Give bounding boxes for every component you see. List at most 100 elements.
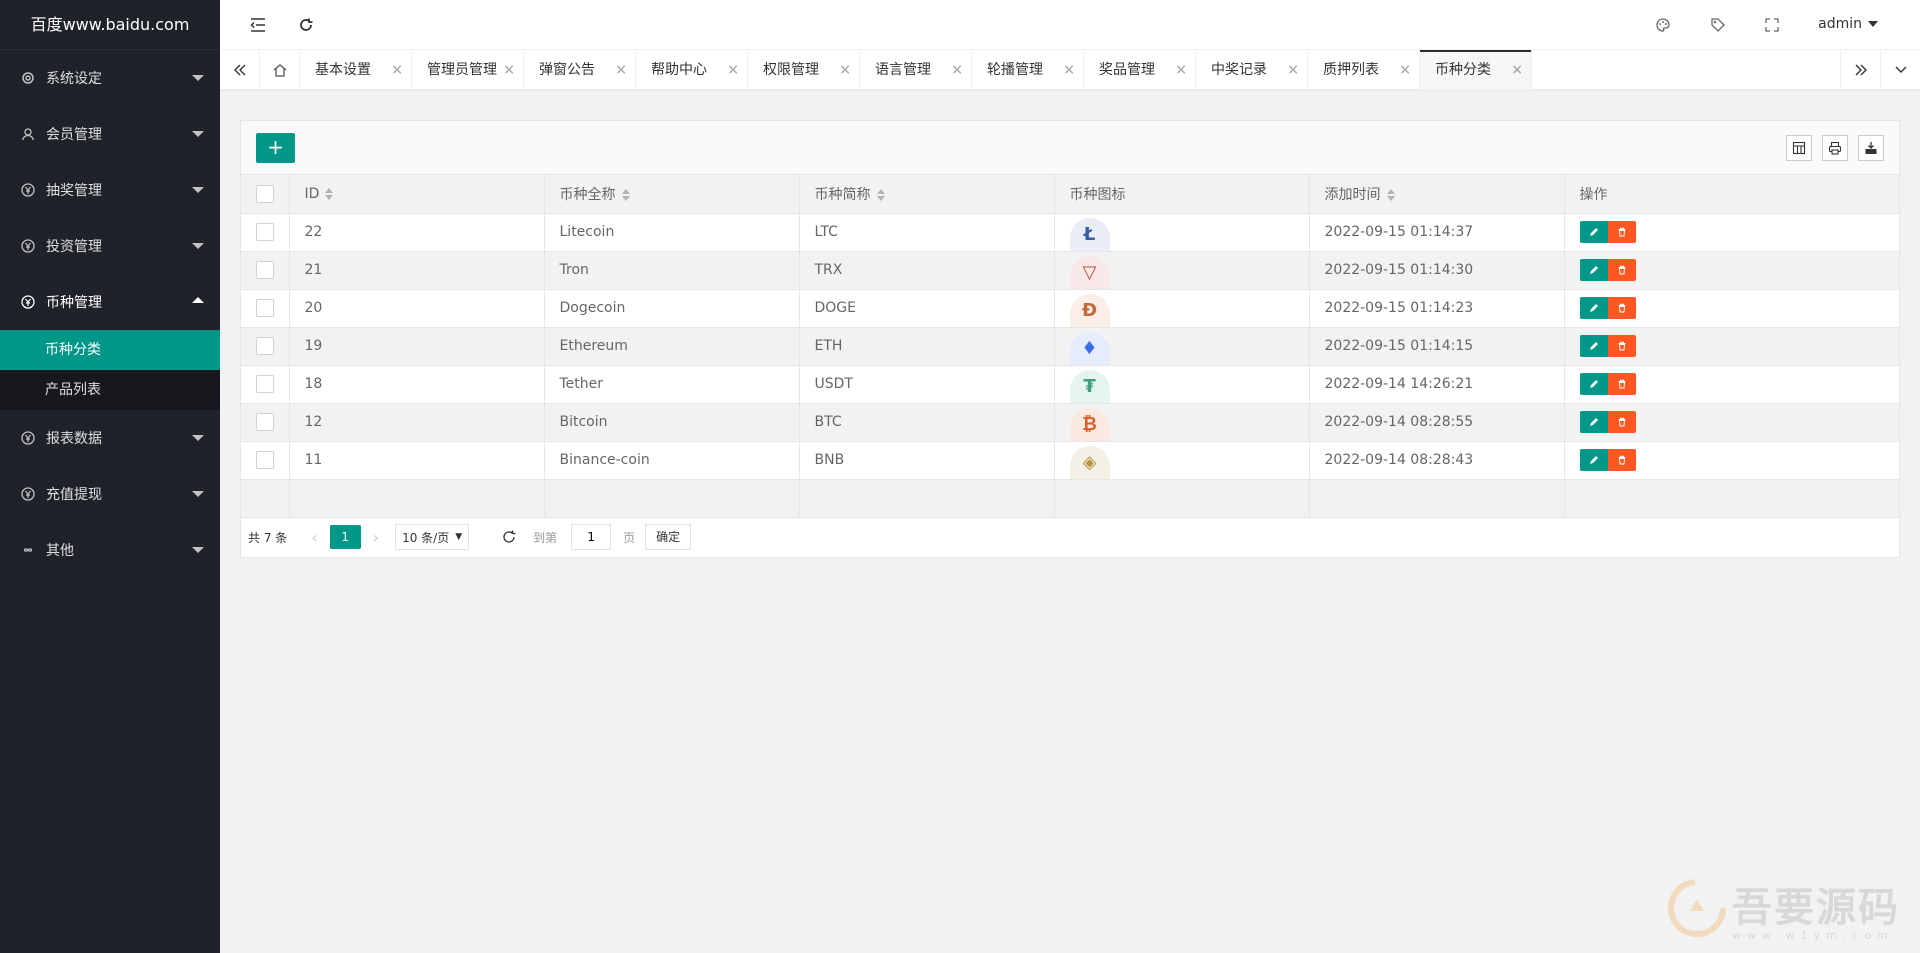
sidebar-item-deposit-withdraw[interactable]: 充值提现 <box>0 466 220 522</box>
tab-help-center[interactable]: 帮助中心 × <box>636 50 748 90</box>
refresh-icon[interactable] <box>294 13 318 37</box>
tabs-scroll-left-icon[interactable] <box>220 50 260 90</box>
cell-icon: ₿ <box>1054 403 1310 442</box>
next-page-icon[interactable]: › <box>373 528 379 547</box>
cell-symbol: BTC <box>799 403 1055 442</box>
delete-button[interactable] <box>1607 335 1636 357</box>
current-page-button[interactable]: 1 <box>329 525 361 549</box>
menu-toggle-icon[interactable] <box>246 13 270 37</box>
sidebar-item-other[interactable]: 其他 <box>0 522 220 578</box>
row-checkbox[interactable] <box>256 451 274 469</box>
tab-staking-list[interactable]: 质押列表 × <box>1308 50 1420 90</box>
sidebar-item-currency[interactable]: 币种管理 <box>0 274 220 330</box>
close-icon[interactable]: × <box>1063 50 1075 90</box>
sort-icon[interactable] <box>325 187 334 200</box>
app-logo[interactable]: 百度www.baidu.com <box>0 0 220 50</box>
tab-popup-notice[interactable]: 弹窗公告 × <box>524 50 636 90</box>
column-header-icon: 币种图标 <box>1054 175 1310 214</box>
tab-admin-management[interactable]: 管理员管理 × <box>412 50 524 90</box>
close-icon[interactable]: × <box>1511 50 1523 90</box>
column-header-id[interactable]: ID <box>289 175 545 214</box>
close-icon[interactable]: × <box>1175 50 1187 90</box>
columns-filter-icon[interactable] <box>1786 135 1812 161</box>
sidebar-item-reports[interactable]: 报表数据 <box>0 410 220 466</box>
sidebar-item-lottery[interactable]: 抽奖管理 <box>0 162 220 218</box>
row-checkbox[interactable] <box>256 375 274 393</box>
tag-icon[interactable] <box>1706 13 1730 37</box>
tab-language[interactable]: 语言管理 × <box>860 50 972 90</box>
column-header-added-time[interactable]: 添加时间 <box>1309 175 1565 214</box>
export-icon[interactable] <box>1858 135 1884 161</box>
prev-page-icon[interactable]: ‹ <box>311 528 317 547</box>
delete-button[interactable] <box>1607 221 1636 243</box>
page-size-select[interactable]: 10 条/页 ▼ <box>395 524 470 550</box>
user-menu[interactable]: admin <box>1818 16 1878 32</box>
sort-icon[interactable] <box>621 188 630 201</box>
row-checkbox[interactable] <box>256 413 274 431</box>
delete-button[interactable] <box>1607 259 1636 281</box>
edit-button[interactable] <box>1579 259 1608 281</box>
edit-button[interactable] <box>1579 411 1608 433</box>
cell-added-time: 2022-09-14 08:28:43 <box>1309 441 1565 480</box>
row-checkbox[interactable] <box>256 223 274 241</box>
edit-button[interactable] <box>1579 373 1608 395</box>
close-icon[interactable]: × <box>615 50 627 90</box>
close-icon[interactable]: × <box>391 50 403 90</box>
print-icon[interactable] <box>1822 135 1848 161</box>
delete-button[interactable] <box>1607 373 1636 395</box>
select-all-checkbox[interactable] <box>256 184 274 203</box>
edit-button[interactable] <box>1579 335 1608 357</box>
sort-icon[interactable] <box>1386 188 1395 201</box>
row-checkbox[interactable] <box>256 261 274 279</box>
row-checkbox[interactable] <box>256 337 274 355</box>
coin-logo-icon: Đ <box>1069 293 1110 326</box>
chevron-down-icon <box>192 131 204 137</box>
username: admin <box>1818 16 1862 32</box>
column-header-symbol[interactable]: 币种简称 <box>799 175 1055 214</box>
tab-winning-records[interactable]: 中奖记录 × <box>1196 50 1308 90</box>
close-icon[interactable]: × <box>951 50 963 90</box>
tab-carousel[interactable]: 轮播管理 × <box>972 50 1084 90</box>
close-icon[interactable]: × <box>503 50 515 90</box>
sidebar-item-investment[interactable]: 投资管理 <box>0 218 220 274</box>
close-icon[interactable]: × <box>727 50 739 90</box>
sidebar-item-label: 会员管理 <box>46 127 102 143</box>
column-header-full-name[interactable]: 币种全称 <box>544 175 800 214</box>
coin-logo-icon: ◈ <box>1069 445 1110 478</box>
page-number-input[interactable] <box>571 524 612 550</box>
close-icon[interactable]: × <box>1399 50 1411 90</box>
delete-button[interactable] <box>1607 449 1636 471</box>
refresh-icon[interactable] <box>499 527 519 547</box>
sort-icon[interactable] <box>876 188 885 201</box>
user-icon <box>20 126 36 142</box>
cell-added-time: 2022-09-15 01:14:15 <box>1309 327 1565 366</box>
edit-button[interactable] <box>1579 297 1608 319</box>
tab-prizes[interactable]: 奖品管理 × <box>1084 50 1196 90</box>
chevron-down-icon <box>192 75 204 81</box>
sidebar-item-members[interactable]: 会员管理 <box>0 106 220 162</box>
fullscreen-icon[interactable] <box>1760 13 1784 37</box>
cell-id: 20 <box>289 289 545 328</box>
tab-basic-settings[interactable]: 基本设置 × <box>300 50 412 90</box>
tab-permissions[interactable]: 权限管理 × <box>748 50 860 90</box>
row-checkbox[interactable] <box>256 299 274 317</box>
edit-button[interactable] <box>1579 449 1608 471</box>
home-tab-icon[interactable] <box>260 50 300 90</box>
cell-full-name: Litecoin <box>544 213 800 252</box>
sidebar-item-label: 币种管理 <box>46 295 102 311</box>
close-icon[interactable]: × <box>839 50 851 90</box>
sidebar-item-system-settings[interactable]: 系统设定 <box>0 50 220 106</box>
delete-button[interactable] <box>1607 297 1636 319</box>
edit-button[interactable] <box>1579 221 1608 243</box>
theme-palette-icon[interactable] <box>1651 13 1675 37</box>
confirm-page-button[interactable]: 确定 <box>645 524 692 550</box>
sidebar: 百度www.baidu.com 系统设定 会员管理 抽奖管理 投资管理 币种管理 <box>0 0 220 953</box>
tab-currency-category[interactable]: 币种分类 × <box>1420 50 1532 90</box>
sidebar-subitem-product-list[interactable]: 产品列表 <box>0 370 220 410</box>
sidebar-subitem-currency-category[interactable]: 币种分类 <box>0 330 220 370</box>
tabs-scroll-right-icon[interactable] <box>1840 50 1880 90</box>
delete-button[interactable] <box>1607 411 1636 433</box>
tabs-menu-chevron-down-icon[interactable] <box>1880 50 1920 90</box>
close-icon[interactable]: × <box>1287 50 1299 90</box>
add-button[interactable]: + <box>256 133 295 163</box>
